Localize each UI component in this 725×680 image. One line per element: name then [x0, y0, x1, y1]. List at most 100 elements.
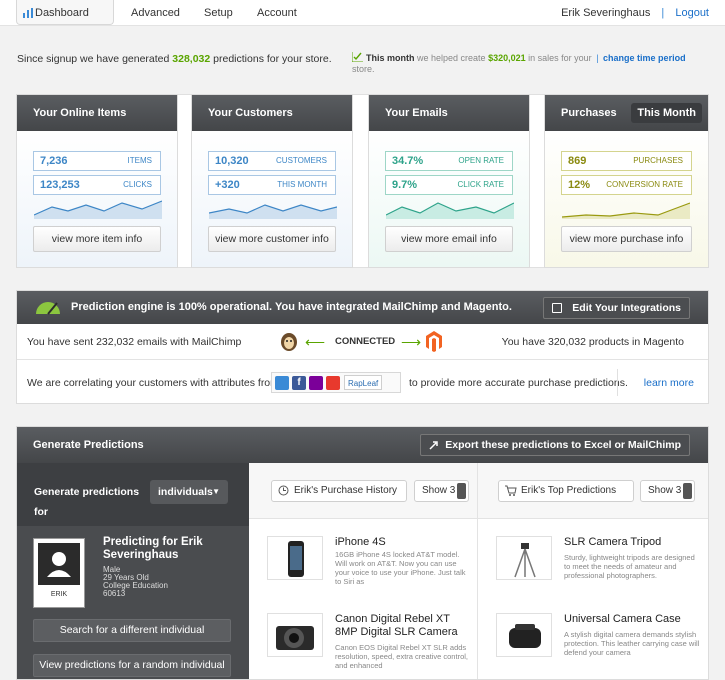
learn-more-link[interactable]: learn more — [644, 377, 694, 389]
change-time-period-link[interactable]: change time period — [603, 53, 686, 63]
view-email-info-button[interactable]: view more email info — [385, 226, 513, 252]
click-rate-unit: CLICK RATE — [457, 180, 504, 189]
prediction-count: 328,032 — [172, 53, 211, 65]
random-individual-button[interactable]: View predictions for a random individual — [33, 654, 231, 677]
product-title: Universal Camera Case — [564, 613, 681, 625]
export-button[interactable]: Export these predictions to Excel or Mai… — [420, 434, 690, 456]
predictions-header: Generate Predictions Export these predic… — [17, 427, 708, 463]
view-purchase-info-button[interactable]: view more purchase info — [561, 226, 692, 252]
avatar: ERIK — [33, 538, 85, 608]
this-month-toggle[interactable]: This Month — [631, 103, 702, 123]
stepper-icon[interactable] — [683, 483, 692, 499]
tab-advanced[interactable]: Advanced — [131, 0, 180, 26]
clock-icon — [278, 485, 289, 496]
conversion-stat: 12% CONVERSION RATE — [561, 175, 692, 195]
avatar-name: ERIK — [50, 591, 68, 598]
separator: | — [661, 7, 665, 19]
tab-account[interactable]: Account — [257, 0, 297, 26]
tab-setup[interactable]: Setup — [204, 0, 233, 26]
history-show-select[interactable]: Show 3 — [414, 480, 469, 502]
panel-online-items: Your Online Items 7,236 ITEMS 123,253 CLIC… — [16, 94, 178, 268]
items-sparkline — [34, 200, 162, 219]
purchases-sparkline — [562, 202, 690, 219]
summary-suffix: predictions for your store. — [213, 53, 332, 65]
yelp-icon — [326, 376, 340, 390]
panel-title: Your Emails — [369, 95, 529, 131]
panel-title: Your Customers — [192, 95, 352, 131]
items-unit: ITEMS — [127, 156, 152, 165]
person-icon — [38, 543, 80, 585]
magento-icon — [426, 331, 442, 352]
sales-amount: $320,021 — [488, 53, 526, 63]
product-title: SLR Camera Tripod — [564, 536, 662, 548]
top-show-select[interactable]: Show 3 — [640, 480, 695, 502]
camera-icon — [267, 613, 323, 657]
purchase-history-label: Erik's Purchase History — [271, 480, 407, 502]
user-name[interactable]: Erik Severinghaus — [561, 7, 650, 19]
tripod-icon — [496, 536, 552, 580]
rapleaf-logo: RapLeaf — [344, 375, 383, 390]
month-summary: This month we helped create $320,021 in … — [351, 52, 712, 75]
product-desc: 16GB iPhone 4S locked AT&T model. Will w… — [335, 550, 466, 586]
this-month-label: This month — [366, 53, 415, 63]
search-individual-button[interactable]: Search for a different individual — [33, 619, 231, 642]
emails-sparkline — [386, 202, 514, 219]
product-desc: Sturdy, lightweight tripods are designed… — [564, 553, 695, 580]
product-title: Canon Digital Rebel XT 8MP Digital SLR C… — [335, 613, 458, 638]
correlating-tail: to provide more accurate purchase predic… — [409, 377, 628, 389]
check-chart-icon — [351, 52, 363, 63]
tab-dashboard[interactable]: Dashboard — [16, 0, 114, 25]
person-details: Male 29 Years Old College Education 6061… — [103, 566, 168, 598]
top-toolbar: Erik's Top Predictions Show 3 — [478, 463, 708, 519]
generate-mode-bar: Generate predictions for individuals ▼ — [17, 463, 249, 526]
clicks-stat: 123,253 CLICKS — [33, 175, 161, 195]
product-title: iPhone 4S — [335, 536, 386, 548]
view-item-info-button[interactable]: view more item info — [33, 226, 161, 252]
panel-purchases: Purchases This Month 869 PURCHASES 12% CONV… — [544, 94, 709, 268]
data-sources: f RapLeaf — [271, 372, 401, 393]
purchases-unit: PURCHASES — [633, 156, 683, 165]
panel-title: Purchases This Month — [545, 95, 708, 131]
generate-label-for: for — [34, 506, 48, 518]
predicting-for: Predicting for Erik Severinghaus — [103, 536, 203, 561]
mailchimp-icon — [281, 333, 297, 351]
customers-unit: CUSTOMERS — [276, 156, 327, 165]
generate-label: Generate predictions — [34, 486, 140, 498]
product-desc: A stylish digital camera demands stylish… — [564, 630, 700, 657]
purchases-stat: 869 PURCHASES — [561, 151, 692, 171]
edit-icon — [552, 303, 563, 313]
connected-label: CONNECTED — [335, 336, 396, 347]
mode-value: individuals — [158, 486, 213, 498]
correlation-row: We are correlating your customers with a… — [17, 361, 708, 404]
view-customer-info-button[interactable]: view more customer info — [208, 226, 336, 252]
mode-dropdown[interactable]: individuals ▼ — [150, 480, 228, 504]
top-nav: Dashboard Advanced Setup Account Erik Se… — [0, 0, 725, 26]
top-label-text: Erik's Top Predictions — [521, 485, 617, 496]
engine-status: Prediction engine is 100% operational. Y… — [71, 301, 512, 313]
purchases-value: 869 — [568, 155, 587, 167]
product-desc: Canon EOS Digital Rebel XT SLR adds reso… — [335, 643, 468, 670]
arrow-right-icon: ⟶ — [401, 334, 422, 350]
customers-sparkline — [209, 204, 337, 219]
export-icon — [429, 441, 439, 450]
panel-title: Your Online Items — [17, 95, 177, 131]
individual-column: Generate predictions for individuals ▼ E… — [17, 463, 249, 679]
panel-emails: Your Emails 34.7% OPEN RATE 9.7% CLICK RAT… — [368, 94, 530, 268]
engine-panel: Prediction engine is 100% operational. Y… — [16, 290, 709, 404]
new-customers-stat: +320 THIS MONTH — [208, 175, 336, 195]
logout-link[interactable]: Logout — [675, 7, 709, 19]
correlating-text: We are correlating your customers with a… — [27, 377, 279, 389]
month-pipe: | — [596, 53, 599, 63]
customers-stat: 10,320 CUSTOMERS — [208, 151, 336, 171]
purchase-history-column: Erik's Purchase History Show 3 iPhone 4S… — [249, 463, 478, 679]
stepper-icon[interactable] — [457, 483, 466, 499]
summary-prefix: Since signup we have generated — [17, 53, 170, 65]
camera-case-icon — [496, 613, 552, 657]
products-count: You have 320,032 products in Magento — [501, 336, 684, 348]
top-predictions-column: Erik's Top Predictions Show 3 SLR Camera… — [478, 463, 708, 679]
items-value: 7,236 — [40, 155, 68, 167]
phone-icon — [267, 536, 323, 580]
predictions-panel: Generate Predictions Export these predic… — [16, 426, 709, 680]
show-label: Show 3 — [422, 485, 456, 496]
edit-integrations-button[interactable]: Edit Your Integrations — [543, 297, 690, 319]
